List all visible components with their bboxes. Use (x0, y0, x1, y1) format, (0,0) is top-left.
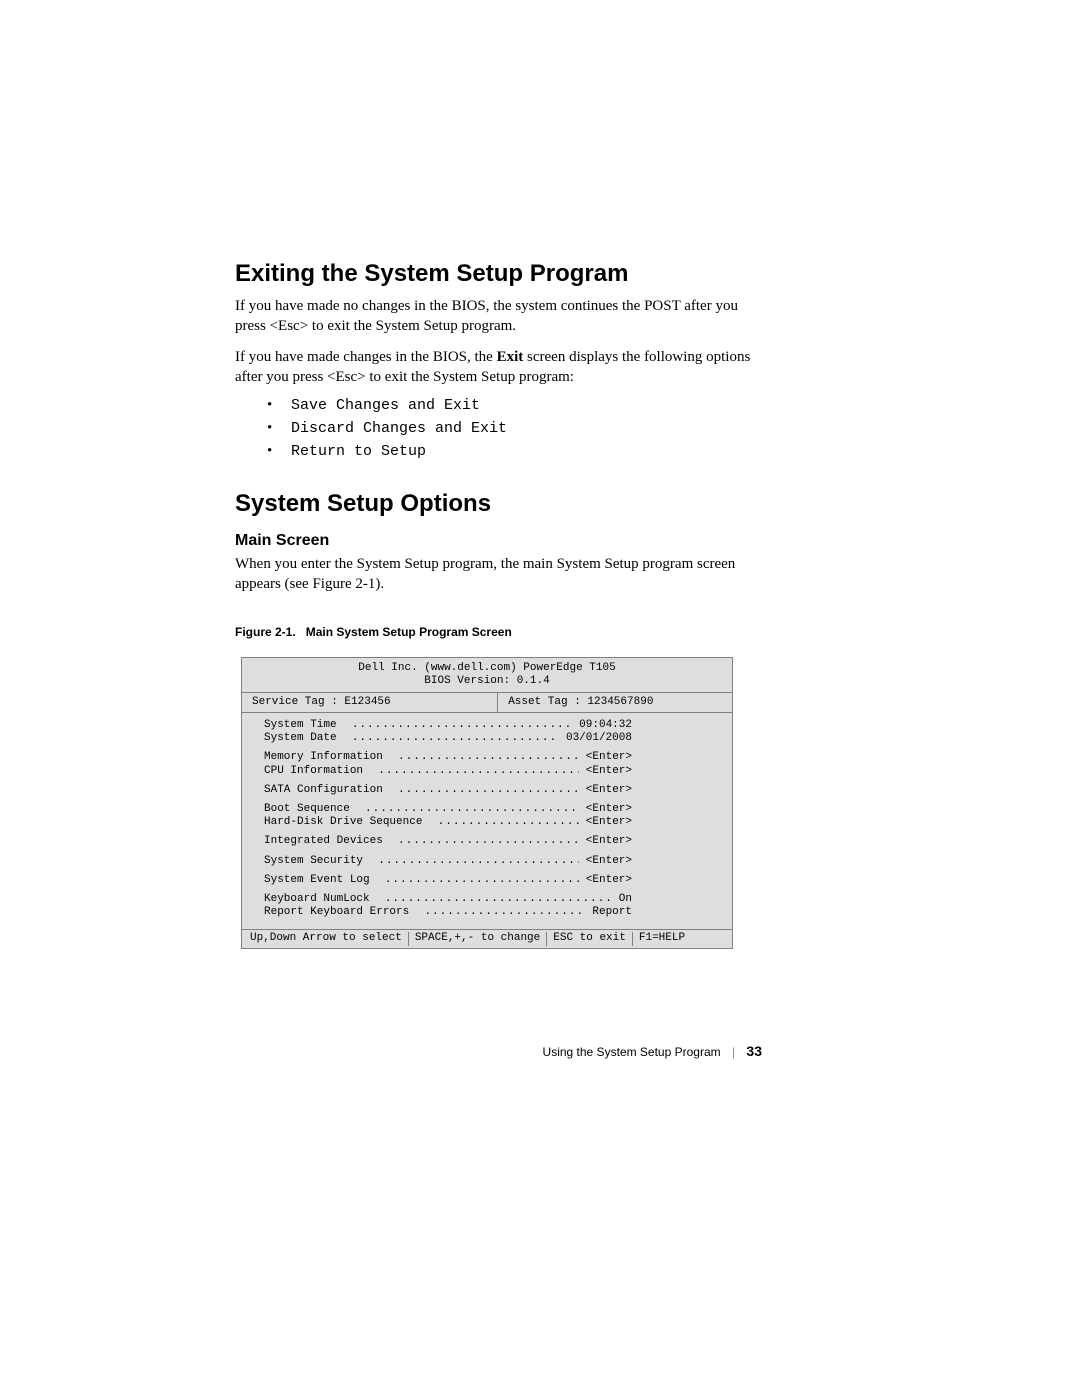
bios-row: Boot Sequence ..........................… (264, 803, 722, 816)
bios-footer-seg: F1=HELP (632, 932, 691, 945)
paragraph-1: If you have made no changes in the BIOS,… (235, 296, 760, 337)
bios-row: System Time ............................… (264, 719, 722, 732)
bios-header-line2: BIOS Version: 0.1.4 (248, 675, 726, 688)
bios-footer-seg: ESC to exit (546, 932, 632, 945)
bios-row: Hard-Disk Drive Sequence ...............… (264, 816, 722, 829)
bios-row: Report Keyboard Errors .................… (264, 906, 722, 919)
bios-row-value: <Enter> (579, 874, 722, 887)
bios-footer-seg: SPACE,+,- to change (408, 932, 546, 945)
bios-row-label: CPU Information (264, 765, 376, 778)
figure-caption: Figure 2-1. Main System Setup Program Sc… (235, 625, 760, 639)
bios-row-label: System Event Log (264, 874, 383, 887)
bios-row: Memory Information .....................… (264, 751, 722, 764)
bios-row-label: Report Keyboard Errors (264, 906, 422, 919)
document-page: Exiting the System Setup Program If you … (0, 0, 1080, 1397)
bios-row-dots: ........................................… (376, 855, 579, 868)
asset-tag-value: 1234567890 (587, 696, 653, 708)
exit-option-item: Save Changes and Exit (267, 397, 760, 414)
page-footer-title: Using the System Setup Program (543, 1045, 721, 1059)
bios-row-label: System Security (264, 855, 376, 868)
paragraph-2: If you have made changes in the BIOS, th… (235, 347, 760, 388)
bios-row-dots: ........................................… (396, 784, 579, 797)
bios-row: SATA Configuration .....................… (264, 784, 722, 797)
bios-row-value: 09:04:32 (573, 719, 722, 732)
paragraph-2a: If you have made changes in the BIOS, th… (235, 349, 497, 365)
bios-row-label: Memory Information (264, 751, 396, 764)
bios-row-dots: ........................................… (376, 765, 579, 778)
bios-row-dots: ........................................… (363, 803, 579, 816)
figure-caption-title: Main System Setup Program Screen (306, 625, 512, 639)
bios-row-value: On (612, 893, 722, 906)
bios-row-value: <Enter> (579, 816, 722, 829)
heading-options: System Setup Options (235, 490, 760, 518)
figure-caption-label: Figure 2-1. (235, 625, 296, 639)
service-tag-label: Service Tag : (252, 696, 344, 708)
bios-row-dots: ........................................… (436, 816, 580, 829)
bios-row-label: SATA Configuration (264, 784, 396, 797)
bios-row-label: System Time (264, 719, 350, 732)
paragraph-3: When you enter the System Setup program,… (235, 554, 760, 595)
bios-row: Integrated Devices .....................… (264, 835, 722, 848)
bios-row-label: Hard-Disk Drive Sequence (264, 816, 436, 829)
bios-row-dots: ........................................… (396, 835, 579, 848)
bios-screen: Dell Inc. (www.dell.com) PowerEdge T105 … (241, 657, 733, 949)
bios-header-line1: Dell Inc. (www.dell.com) PowerEdge T105 (248, 662, 726, 675)
bios-row: System Date ............................… (264, 732, 722, 745)
bios-row-value: <Enter> (579, 765, 722, 778)
heading-exiting: Exiting the System Setup Program (235, 260, 760, 288)
bios-row-label: Integrated Devices (264, 835, 396, 848)
heading-main-screen: Main Screen (235, 532, 760, 550)
bios-row-dots: ........................................… (350, 719, 573, 732)
bios-row-dots: ........................................… (350, 732, 560, 745)
bios-row-label: System Date (264, 732, 350, 745)
bios-row: CPU Information ........................… (264, 765, 722, 778)
bios-tag-row: Service Tag : E123456 Asset Tag : 123456… (242, 692, 732, 713)
exit-bold: Exit (497, 349, 524, 365)
page-footer-bar: | (732, 1045, 735, 1059)
bios-footer-seg: Up,Down Arrow to select (250, 932, 408, 945)
exit-option-item: Discard Changes and Exit (267, 420, 760, 437)
bios-row-dots: ........................................… (422, 906, 585, 919)
exit-options-list: Save Changes and Exit Discard Changes an… (267, 397, 760, 460)
bios-row-value: <Enter> (579, 835, 722, 848)
asset-tag-label: Asset Tag : (508, 696, 587, 708)
bios-row-label: Boot Sequence (264, 803, 363, 816)
bios-row-value: <Enter> (579, 784, 722, 797)
bios-row: System Event Log .......................… (264, 874, 722, 887)
bios-row-dots: ........................................… (383, 893, 612, 906)
bios-row-value: <Enter> (579, 751, 722, 764)
page-number: 33 (746, 1043, 762, 1059)
service-tag-value: E123456 (344, 696, 390, 708)
page-footer: Using the System Setup Program | 33 (543, 1043, 762, 1059)
bios-footer: Up,Down Arrow to select SPACE,+,- to cha… (242, 930, 732, 947)
bios-row: System Security ........................… (264, 855, 722, 868)
exit-option-item: Return to Setup (267, 443, 760, 460)
bios-content: System Time ............................… (242, 713, 732, 930)
bios-row-value: <Enter> (579, 803, 722, 816)
bios-row-value: <Enter> (579, 855, 722, 868)
bios-row-dots: ........................................… (396, 751, 579, 764)
bios-row-value: Report (586, 906, 722, 919)
bios-row-value: 03/01/2008 (559, 732, 722, 745)
bios-row-dots: ........................................… (383, 874, 579, 887)
service-tag-cell: Service Tag : E123456 (242, 693, 498, 712)
bios-header: Dell Inc. (www.dell.com) PowerEdge T105 … (242, 658, 732, 692)
bios-row: Keyboard NumLock .......................… (264, 893, 722, 906)
asset-tag-cell: Asset Tag : 1234567890 (498, 693, 732, 712)
bios-row-label: Keyboard NumLock (264, 893, 383, 906)
